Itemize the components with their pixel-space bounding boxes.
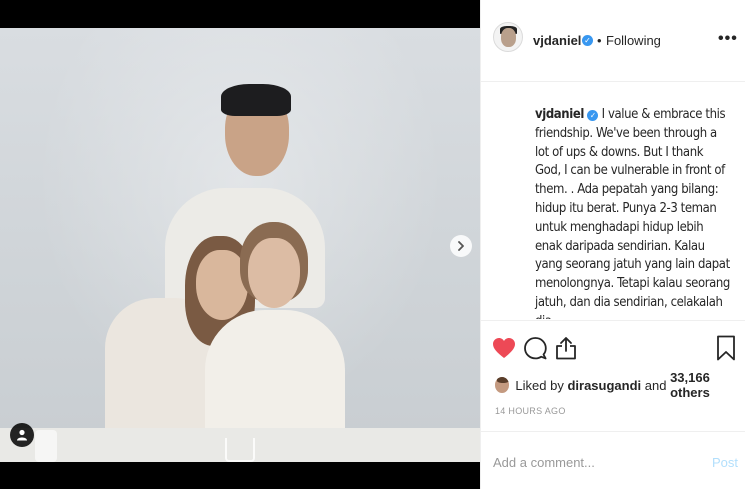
photo-man-hair: [221, 84, 291, 116]
photo-glass-left: [35, 430, 57, 462]
comments-area[interactable]: vjdaniel ✓ I value & embrace this friend…: [481, 83, 745, 319]
photo-woman-right-body: [205, 310, 345, 440]
likes-summary[interactable]: Liked by dirasugandi and 33,166 others: [495, 370, 745, 400]
likes-count[interactable]: 33,166 others: [670, 370, 745, 400]
top-letterbox: [0, 0, 480, 28]
comment-form: Post: [481, 431, 745, 489]
verified-badge-icon: ✓: [582, 35, 593, 46]
caption-text: I value & embrace this friendship. We've…: [535, 107, 730, 319]
save-button[interactable]: [713, 335, 739, 361]
post-header: vjdaniel ✓ • Following •••: [481, 0, 745, 82]
comment-icon: [524, 337, 547, 360]
liker-avatar: [495, 377, 510, 393]
header-separator: •: [597, 33, 602, 48]
avatar-face: [501, 28, 516, 47]
post-photo[interactable]: [0, 28, 480, 462]
post-side-panel: vjdaniel ✓ • Following ••• vjdaniel ✓ I …: [480, 0, 745, 489]
chevron-right-icon: [458, 241, 464, 251]
photo-glass: [225, 438, 255, 462]
liked-by-user[interactable]: dirasugandi: [567, 378, 641, 393]
next-photo-button[interactable]: [450, 235, 472, 257]
user-tag-icon: [17, 429, 27, 441]
like-button[interactable]: [491, 335, 517, 361]
caption-username[interactable]: vjdaniel: [535, 107, 584, 122]
liked-by-prefix: Liked by: [515, 377, 568, 393]
liked-and: and: [641, 377, 671, 393]
bookmark-icon: [717, 335, 735, 361]
avatar[interactable]: [493, 22, 523, 52]
post-timestamp[interactable]: 14 HOURS AGO: [495, 406, 566, 416]
user-tags-button[interactable]: [10, 423, 34, 447]
bottom-letterbox: [0, 462, 480, 489]
comment-input[interactable]: [493, 452, 693, 472]
verified-badge-icon: ✓: [587, 110, 599, 121]
post-comment-button[interactable]: Post: [712, 455, 738, 470]
header-username[interactable]: vjdaniel: [533, 33, 581, 48]
photo-woman-right-face: [248, 238, 300, 308]
share-icon: [556, 337, 576, 360]
more-options-icon[interactable]: •••: [718, 30, 738, 48]
comment-button[interactable]: [522, 335, 548, 361]
share-button[interactable]: [553, 335, 579, 361]
caption: vjdaniel ✓ I value & embrace this friend…: [535, 106, 730, 319]
action-bar: [481, 320, 745, 376]
heart-icon: [493, 338, 515, 358]
following-button[interactable]: Following: [606, 33, 661, 48]
